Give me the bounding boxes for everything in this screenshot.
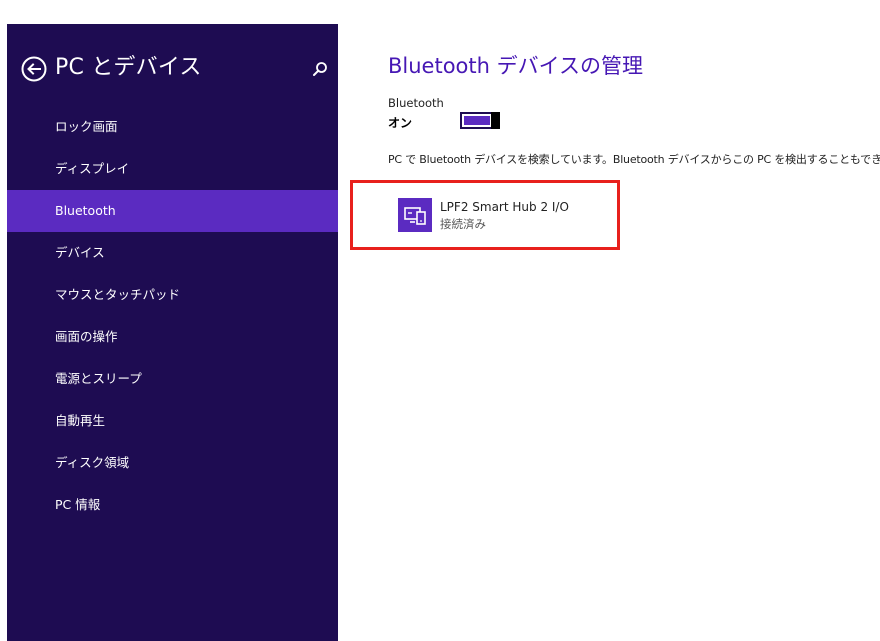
device-status: 接続済み [440, 217, 486, 231]
search-icon[interactable] [311, 60, 329, 78]
bluetooth-state: オン [388, 116, 413, 130]
sidebar-header: PC とデバイス [21, 54, 327, 84]
bluetooth-info-text: PC で Bluetooth デバイスを検索しています。Bluetooth デバ… [388, 153, 880, 166]
toggle-thumb[interactable] [491, 112, 500, 129]
toggle-fill [464, 116, 490, 125]
sidebar-item-pc-info[interactable]: PC 情報 [7, 484, 338, 526]
sidebar-item-autoplay[interactable]: 自動再生 [7, 400, 338, 442]
sidebar-item-lock-screen[interactable]: ロック画面 [7, 106, 338, 148]
bluetooth-label: Bluetooth [388, 96, 444, 110]
page-title: Bluetooth デバイスの管理 [388, 54, 643, 78]
device-item[interactable]: LPF2 Smart Hub 2 I/O 接続済み [398, 198, 598, 234]
back-arrow-icon[interactable] [21, 56, 47, 82]
sidebar-item-corners-edges[interactable]: 画面の操作 [7, 316, 338, 358]
sidebar-item-mouse-touchpad[interactable]: マウスとタッチパッド [7, 274, 338, 316]
device-icon [398, 198, 432, 232]
sidebar: PC とデバイス ロック画面 ディスプレイ Bluetooth デバイス マウス… [7, 24, 338, 641]
bluetooth-toggle[interactable] [460, 112, 500, 129]
sidebar-item-devices[interactable]: デバイス [7, 232, 338, 274]
sidebar-nav: ロック画面 ディスプレイ Bluetooth デバイス マウスとタッチパッド 画… [7, 106, 338, 526]
sidebar-item-power-sleep[interactable]: 電源とスリープ [7, 358, 338, 400]
sidebar-title: PC とデバイス [55, 55, 202, 80]
sidebar-item-bluetooth[interactable]: Bluetooth [7, 190, 338, 232]
device-name: LPF2 Smart Hub 2 I/O [440, 200, 569, 214]
sidebar-item-display[interactable]: ディスプレイ [7, 148, 338, 190]
sidebar-item-disk-space[interactable]: ディスク領域 [7, 442, 338, 484]
